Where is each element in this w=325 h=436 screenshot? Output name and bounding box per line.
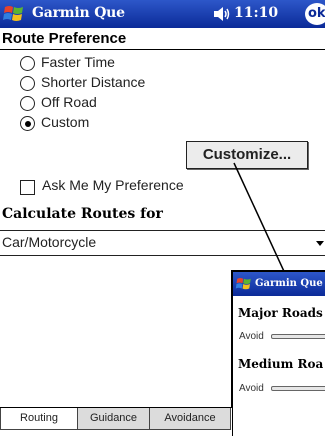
app-title: Garmin Que — [32, 5, 125, 21]
route-preference-heading: Route Preference — [2, 30, 127, 47]
checkbox-label: Ask Me My Preference — [42, 177, 184, 193]
radio-label: Shorter Distance — [41, 74, 146, 90]
radio-shorter-distance[interactable]: Shorter Distance — [20, 73, 260, 93]
radio-custom[interactable]: Custom — [20, 113, 260, 133]
radio-label: Faster Time — [41, 54, 115, 70]
speaker-icon[interactable] — [212, 6, 230, 22]
dropdown-arrow-icon[interactable] — [316, 241, 324, 246]
tab-bar: Routing Guidance Avoidance — [0, 407, 232, 436]
customize-screen-inset: Garmin Que Major Roads Avoid Medium Roa … — [231, 270, 325, 436]
medium-roads-slider — [271, 386, 325, 391]
ask-preference-checkbox[interactable]: Ask Me My Preference — [20, 177, 280, 197]
dropdown-value: Car/Motorcycle — [2, 234, 97, 250]
windows-start-icon — [235, 278, 251, 290]
tab-avoidance[interactable]: Avoidance — [149, 408, 231, 430]
radio-circle[interactable] — [20, 76, 35, 91]
radio-label: Off Road — [41, 94, 97, 110]
radio-circle[interactable] — [20, 116, 35, 131]
radio-label: Custom — [41, 114, 90, 130]
windows-start-icon[interactable] — [2, 2, 26, 26]
radio-faster-time[interactable]: Faster Time — [20, 53, 260, 73]
radio-off-road[interactable]: Off Road — [20, 93, 260, 113]
tab-guidance[interactable]: Guidance — [77, 408, 150, 430]
avoid-label: Avoid — [239, 383, 264, 394]
checkbox-box[interactable] — [20, 180, 35, 195]
ok-button[interactable]: ok — [305, 3, 325, 25]
major-roads-slider — [271, 334, 325, 339]
vehicle-dropdown[interactable]: Car/Motorcycle — [0, 230, 325, 256]
divider — [0, 49, 325, 50]
radio-selected-dot — [24, 120, 31, 127]
radio-circle[interactable] — [20, 96, 35, 111]
medium-roads-heading: Medium Roa — [238, 357, 324, 371]
calculate-routes-heading: Calculate Routes for — [2, 206, 163, 222]
avoid-label: Avoid — [239, 331, 264, 342]
customize-button[interactable]: Customize... — [186, 141, 308, 169]
radio-circle[interactable] — [20, 56, 35, 71]
major-roads-heading: Major Roads — [238, 306, 323, 320]
inset-title: Garmin Que — [255, 278, 323, 289]
tab-routing[interactable]: Routing — [0, 408, 78, 430]
inset-title-bar: Garmin Que — [233, 272, 325, 296]
title-bar: Garmin Que 11:10 ok — [0, 0, 325, 28]
clock[interactable]: 11:10 — [234, 5, 278, 21]
